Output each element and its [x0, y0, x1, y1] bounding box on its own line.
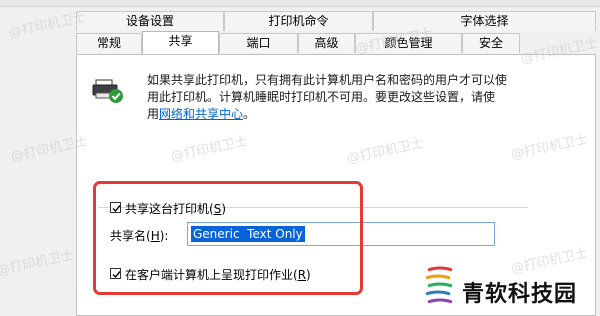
tab-security[interactable]: 安全: [462, 33, 520, 53]
window-top-edge: [0, 0, 600, 7]
shared-printer-icon: [92, 79, 123, 103]
tab-advanced[interactable]: 高级: [298, 33, 355, 53]
tab-general[interactable]: 常规: [76, 33, 142, 53]
description-line-1: 如果共享此打印机，只有拥有此计算机用户名和密码的用户才可以使: [147, 73, 508, 87]
description-line-2: 用此打印机。计算机睡眠时打印机不可用。要更改这些设置，请使: [147, 90, 496, 104]
network-sharing-center-link[interactable]: 网络和共享中心: [159, 107, 243, 121]
tab-row-top: 设备设置 打印机命令 字体选择: [76, 11, 596, 31]
tab-font-selection[interactable]: 字体选择: [373, 11, 596, 31]
tab-color-management[interactable]: 颜色管理: [355, 33, 462, 53]
description-suffix: 。: [243, 107, 256, 121]
description-prefix: 用: [147, 107, 160, 121]
brand-name: 青软科技园: [462, 282, 578, 307]
sharing-description: 如果共享此打印机，只有拥有此计算机用户名和密码的用户才可以使 用此打印机。计算机…: [147, 72, 527, 123]
tab-device-settings[interactable]: 设备设置: [76, 11, 224, 31]
tab-sharing[interactable]: 共享: [142, 31, 219, 54]
highlight-annotation-box: [93, 181, 363, 295]
brand-logo-icon: [425, 266, 453, 304]
watermark-text: @打印机卫士: [0, 248, 76, 279]
description-line-3: 用网络和共享中心。: [147, 106, 527, 123]
tab-ports[interactable]: 端口: [219, 33, 298, 53]
tab-row-bottom: 常规 共享 端口 高级 颜色管理 安全: [76, 31, 596, 54]
tab-printer-commands[interactable]: 打印机命令: [224, 11, 373, 31]
